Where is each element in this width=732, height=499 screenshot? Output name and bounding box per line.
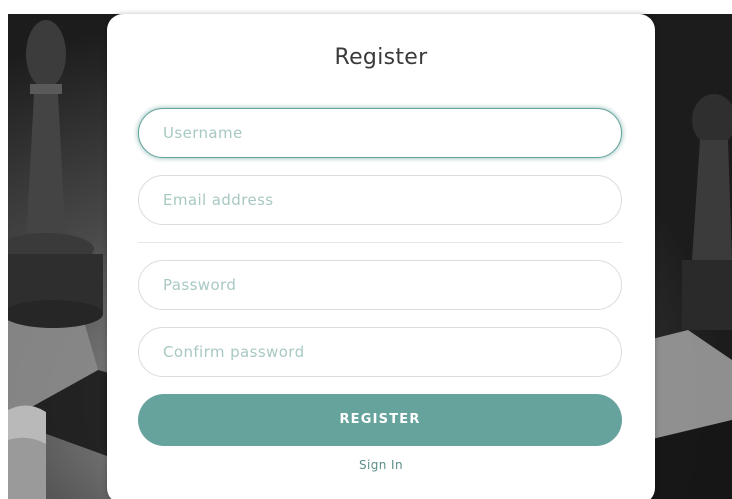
pawn-piece-graphic — [682, 94, 732, 330]
divider — [138, 242, 622, 243]
page: Register REGISTER Sign In — [0, 0, 732, 499]
username-input[interactable] — [163, 109, 593, 157]
password-field[interactable] — [138, 260, 622, 310]
confirm-password-input[interactable] — [163, 328, 593, 376]
confirm-password-field[interactable] — [138, 327, 622, 377]
register-button[interactable]: REGISTER — [138, 394, 622, 446]
email-field[interactable] — [138, 175, 622, 225]
bishop-piece-graphic — [8, 20, 103, 328]
email-input[interactable] — [163, 176, 593, 224]
username-field[interactable] — [138, 108, 622, 158]
sign-in-link[interactable]: Sign In — [107, 458, 655, 472]
piece-base-graphic — [8, 405, 46, 499]
form-title: Register — [334, 45, 428, 70]
register-card: Register REGISTER Sign In — [107, 14, 655, 499]
password-input[interactable] — [163, 261, 593, 309]
